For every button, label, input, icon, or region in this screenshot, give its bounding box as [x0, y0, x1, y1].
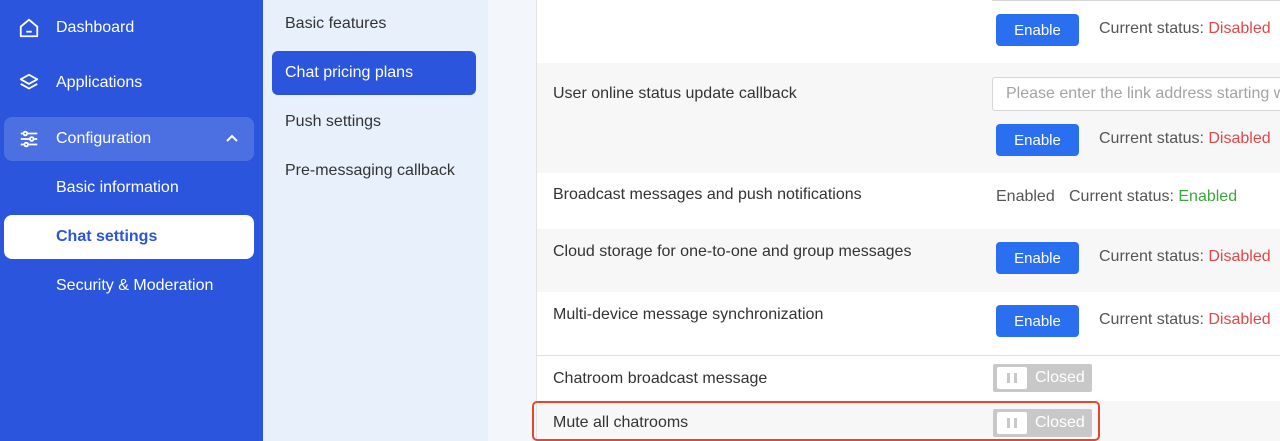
enable-button[interactable]: Enable: [996, 242, 1079, 274]
status-text: Current status: Disabled: [1099, 311, 1271, 329]
primary-sidebar: Dashboard Applications Configuration Bas…: [0, 0, 263, 441]
nav-item-label: Applications: [56, 74, 143, 91]
status-value: Disabled: [1208, 248, 1271, 265]
enable-button[interactable]: Enable: [996, 14, 1079, 46]
nav-item-dashboard[interactable]: Dashboard: [4, 6, 254, 50]
status-value: Enabled: [1178, 188, 1238, 205]
row-label: Broadcast messages and push notification…: [553, 186, 862, 203]
row-label: Cloud storage for one-to-one and group m…: [553, 243, 912, 260]
nav-item-label: Configuration: [56, 130, 152, 147]
content-gutter: [488, 0, 536, 441]
chevron-up-icon[interactable]: [224, 131, 240, 147]
status-prefix: Current status:: [1069, 188, 1179, 205]
layers-icon: [19, 73, 39, 90]
nav-item-applications[interactable]: Applications: [4, 61, 254, 105]
secondary-menu: Basic features Chat pricing plans Push s…: [263, 0, 488, 441]
status-text: Current status: Disabled: [1099, 130, 1271, 148]
sidebar-item-chat-settings[interactable]: Chat settings: [4, 215, 254, 259]
toggle-label: Closed: [1035, 369, 1085, 386]
table-row: Chatroom broadcast message Closed: [537, 356, 1280, 400]
row-label: Multi-device message synchronization: [553, 306, 824, 323]
chatroom-broadcast-toggle[interactable]: Closed: [993, 364, 1092, 392]
status-prefix: Current status:: [1099, 20, 1209, 37]
table-row: User online status update callback Enabl…: [537, 63, 1280, 173]
highlight-box: [532, 401, 1100, 441]
status-text: Current status: Enabled: [1069, 188, 1237, 206]
enable-button[interactable]: Enable: [996, 305, 1079, 337]
enable-button[interactable]: Enable: [996, 124, 1079, 156]
toggle-knob: [997, 367, 1027, 389]
row-label: Chatroom broadcast message: [553, 370, 768, 387]
submenu-item-push-settings[interactable]: Push settings: [272, 100, 476, 144]
input-edge: [992, 0, 1280, 1]
table-row: Multi-device message synchronization Ena…: [537, 292, 1280, 355]
callback-url-input[interactable]: [992, 77, 1280, 111]
submenu-item-chat-pricing-plans[interactable]: Chat pricing plans: [272, 51, 476, 95]
sidebar-item-basic-information[interactable]: Basic information: [4, 166, 254, 210]
status-text: Current status: Disabled: [1099, 20, 1271, 38]
table-row: Enable Current status: Disabled: [537, 0, 1280, 63]
submenu-item-pre-messaging-callback[interactable]: Pre-messaging callback: [272, 149, 476, 193]
sliders-icon: [20, 130, 38, 148]
status-value: Disabled: [1208, 311, 1271, 328]
status-prefix: Current status:: [1099, 130, 1209, 147]
status-value: Disabled: [1208, 130, 1271, 147]
nav-item-label: Dashboard: [56, 19, 135, 36]
status-value: Disabled: [1208, 20, 1271, 37]
sidebar-item-security-moderation[interactable]: Security & Moderation: [4, 264, 254, 308]
status-prefix: Current status:: [1099, 248, 1209, 265]
submenu-item-basic-features[interactable]: Basic features: [272, 2, 476, 46]
settings-table: Enable Current status: Disabled User onl…: [536, 0, 1280, 441]
home-icon: [19, 18, 39, 38]
state-text: Enabled: [996, 188, 1055, 205]
nav-item-configuration[interactable]: Configuration: [4, 117, 254, 161]
status-prefix: Current status:: [1099, 311, 1209, 328]
row-label: User online status update callback: [553, 85, 797, 102]
table-row: Broadcast messages and push notification…: [537, 173, 1280, 229]
status-text: Current status: Disabled: [1099, 248, 1271, 266]
table-row: Cloud storage for one-to-one and group m…: [537, 229, 1280, 292]
